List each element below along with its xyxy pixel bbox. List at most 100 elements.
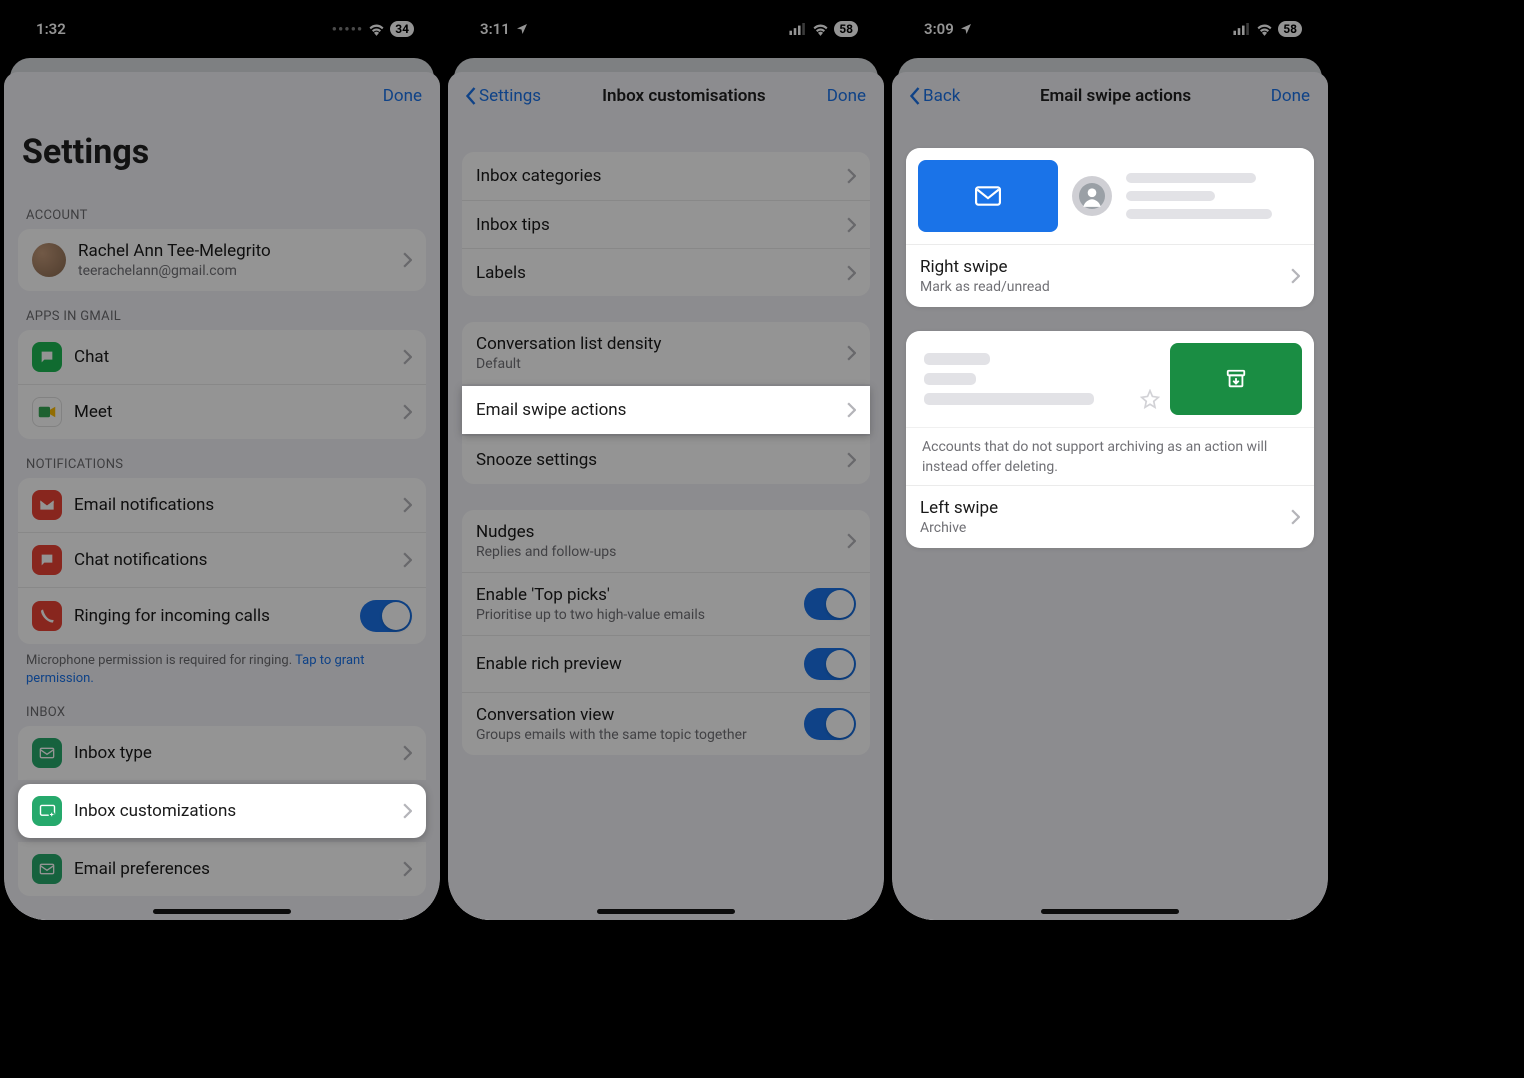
battery-icon: 58 <box>834 21 858 37</box>
home-indicator[interactable] <box>153 909 291 914</box>
back-button[interactable]: Settings <box>466 86 541 106</box>
chevron-right-icon <box>847 217 856 233</box>
right-swipe-preview <box>906 148 1314 244</box>
group-3: Nudges Replies and follow-ups Enable 'To… <box>462 510 870 755</box>
inbox-group-top: Inbox type <box>18 726 426 780</box>
account-email: teerachelann@gmail.com <box>78 263 403 279</box>
account-row[interactable]: Rachel Ann Tee-Melegrito teerachelann@gm… <box>18 229 426 291</box>
wifi-icon <box>368 23 385 36</box>
status-time: 1:32 <box>36 20 66 38</box>
page-title: Inbox customisations <box>602 86 765 106</box>
text-placeholder <box>1126 173 1288 219</box>
left-swipe-row[interactable]: Left swipe Archive <box>906 485 1314 548</box>
inbox-custom-icon <box>32 796 62 826</box>
left-swipe-card: Accounts that do not support archiving a… <box>906 331 1314 548</box>
chevron-right-icon <box>847 168 856 184</box>
phone-settings: 1:32 ••••• 34 Done Settings ACCOUNT Rach… <box>4 4 440 920</box>
done-button[interactable]: Done <box>1271 86 1310 106</box>
phone-inbox-customisations: 3:11 58 Settings Inbox customisations Do… <box>448 4 884 920</box>
rich-preview-toggle[interactable] <box>804 648 856 680</box>
labels-row[interactable]: Labels <box>462 248 870 296</box>
inbox-tips-row[interactable]: Inbox tips <box>462 200 870 248</box>
email-icon <box>32 490 62 520</box>
chat-notifications-row[interactable]: Chat notifications <box>18 532 426 587</box>
battery-icon: 58 <box>1278 21 1302 37</box>
location-icon <box>960 23 972 35</box>
text-placeholder <box>918 343 1170 415</box>
chat-icon <box>32 342 62 372</box>
section-inbox-label: INBOX <box>4 687 440 726</box>
avatar <box>32 243 66 277</box>
done-button[interactable]: Done <box>383 86 422 106</box>
group-2-bottom: Snooze settings <box>462 436 870 484</box>
conversation-view-row[interactable]: Conversation view Groups emails with the… <box>462 692 870 755</box>
chevron-left-icon <box>910 87 921 105</box>
conversation-view-toggle[interactable] <box>804 708 856 740</box>
group-2-top: Conversation list density Default <box>462 322 870 384</box>
modal-sheet: Done Settings ACCOUNT Rachel Ann Tee-Mel… <box>4 72 440 920</box>
top-picks-toggle[interactable] <box>804 588 856 620</box>
modal-sheet: Back Email swipe actions Done <box>892 72 1328 920</box>
page-title: Settings <box>4 120 440 190</box>
chevron-right-icon <box>403 252 412 268</box>
group-1: Inbox categories Inbox tips Labels <box>462 152 870 296</box>
section-notifications-label: NOTIFICATIONS <box>4 439 440 478</box>
email-notifications-row[interactable]: Email notifications <box>18 478 426 532</box>
ringing-toggle[interactable] <box>360 600 412 632</box>
snooze-row[interactable]: Snooze settings <box>462 436 870 484</box>
back-button[interactable]: Back <box>910 86 960 106</box>
inbox-type-icon <box>32 738 62 768</box>
chevron-right-icon <box>847 402 856 418</box>
email-prefs-icon <box>32 854 62 884</box>
email-swipe-actions-row[interactable]: Email swipe actions <box>462 386 870 434</box>
chevron-right-icon <box>847 345 856 361</box>
page-title: Email swipe actions <box>1040 86 1191 106</box>
microphone-permission-note: Microphone permission is required for ri… <box>4 644 440 687</box>
chevron-right-icon <box>403 745 412 761</box>
wifi-icon <box>812 23 829 36</box>
status-bar: 1:32 ••••• 34 <box>4 4 440 48</box>
right-swipe-row[interactable]: Right swipe Mark as read/unread <box>906 244 1314 307</box>
meet-row[interactable]: Meet <box>18 384 426 439</box>
home-indicator[interactable] <box>597 909 735 914</box>
top-picks-row[interactable]: Enable 'Top picks' Prioritise up to two … <box>462 572 870 635</box>
cellular-dots-icon: ••••• <box>332 20 364 38</box>
chevron-right-icon <box>403 861 412 877</box>
apps-group: Chat Meet <box>18 330 426 439</box>
nudges-row[interactable]: Nudges Replies and follow-ups <box>462 510 870 572</box>
inbox-categories-row[interactable]: Inbox categories <box>462 152 870 200</box>
left-swipe-preview <box>906 331 1314 427</box>
rich-preview-row[interactable]: Enable rich preview <box>462 635 870 692</box>
right-swipe-card: Right swipe Mark as read/unread <box>906 148 1314 307</box>
notifications-group: Email notifications Chat notifications R… <box>18 478 426 644</box>
done-button[interactable]: Done <box>827 86 866 106</box>
phone-email-swipe-actions: 3:09 58 Back Email swipe actions Done <box>892 4 1328 920</box>
email-preferences-row[interactable]: Email preferences <box>18 842 426 896</box>
chevron-right-icon <box>403 552 412 568</box>
inbox-type-row[interactable]: Inbox type <box>18 726 426 780</box>
battery-icon: 34 <box>390 21 414 37</box>
section-apps-label: APPS IN GMAIL <box>4 291 440 330</box>
wifi-icon <box>1256 23 1273 36</box>
section-account-label: ACCOUNT <box>4 190 440 229</box>
chevron-right-icon <box>403 349 412 365</box>
chevron-right-icon <box>1291 268 1300 284</box>
meet-icon <box>32 397 62 427</box>
inbox-group-bottom: Email preferences <box>18 842 426 896</box>
status-time: 3:09 <box>924 20 954 38</box>
status-bar: 3:11 58 <box>448 4 884 48</box>
ringing-row[interactable]: Ringing for incoming calls <box>18 587 426 644</box>
chevron-right-icon <box>847 265 856 281</box>
account-group: Rachel Ann Tee-Melegrito teerachelann@gm… <box>18 229 426 291</box>
status-bar: 3:09 58 <box>892 4 1328 48</box>
archive-icon <box>1225 368 1247 390</box>
status-time: 3:11 <box>480 20 510 38</box>
home-indicator[interactable] <box>1041 909 1179 914</box>
chat-notif-icon <box>32 545 62 575</box>
chat-row[interactable]: Chat <box>18 330 426 384</box>
density-row[interactable]: Conversation list density Default <box>462 322 870 384</box>
location-icon <box>516 23 528 35</box>
inbox-customizations-row[interactable]: Inbox customizations <box>18 784 426 838</box>
chevron-right-icon <box>847 533 856 549</box>
cellular-icon <box>1233 23 1251 35</box>
